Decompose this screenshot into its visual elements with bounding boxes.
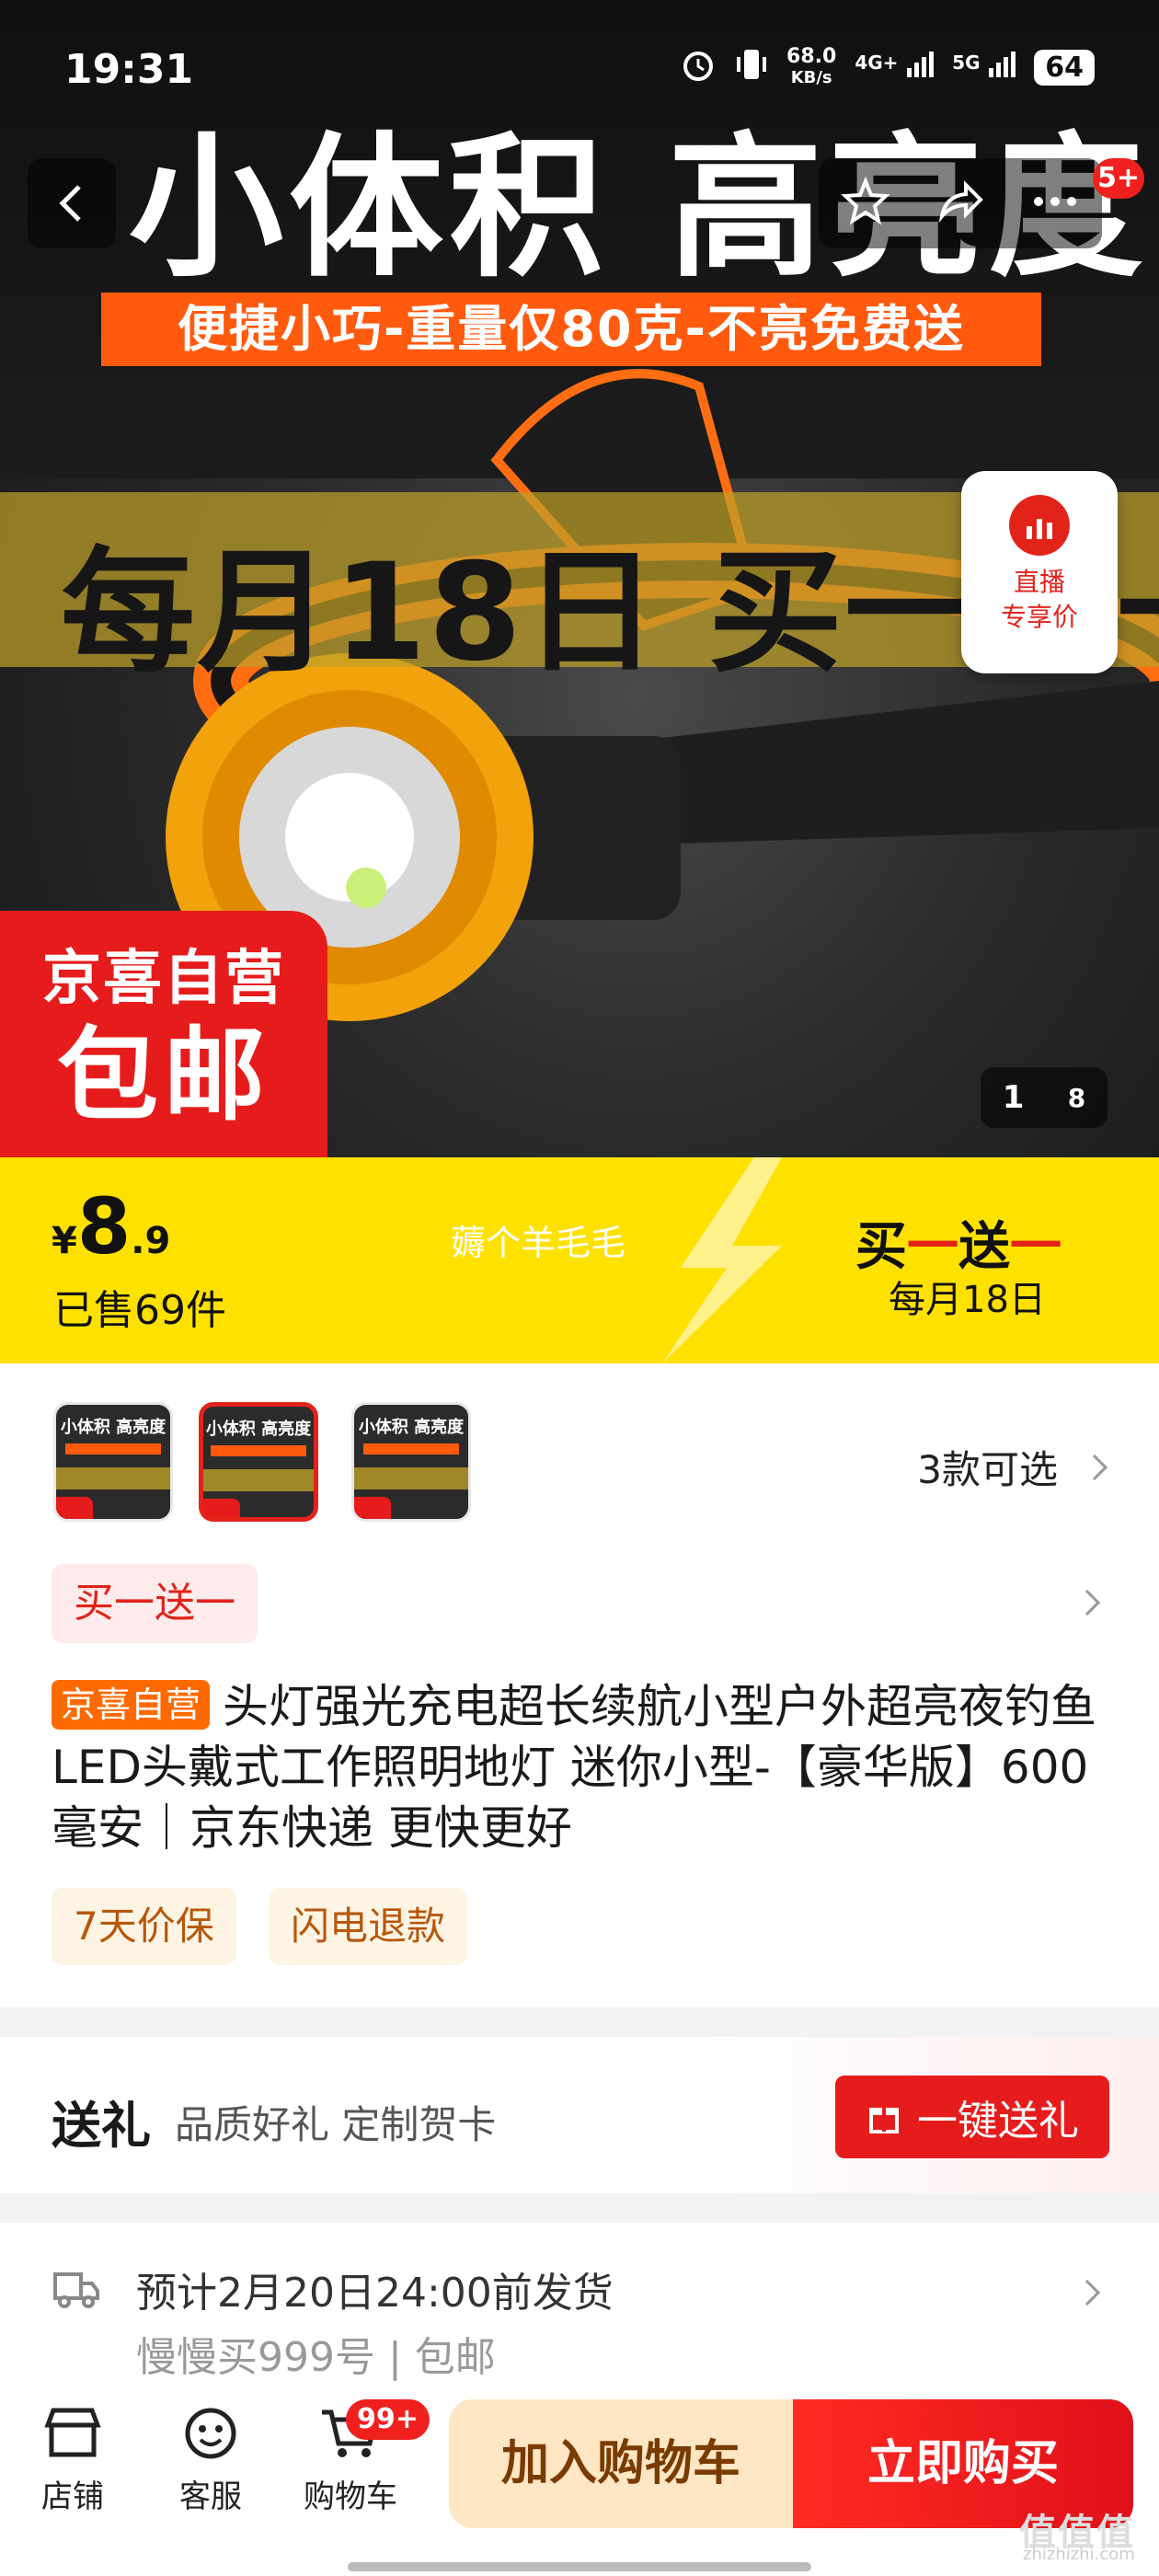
status-bar: 19:31 68.0 KB/s 4G+ 5G 64 [0,0,1159,138]
image-counter: 1 8 [981,1067,1107,1128]
shipping-origin: 慢慢买999号 | 包邮 [136,2334,496,2381]
bottom-action-bar: 店铺 客服 购物车 99+ 加入购物车 立即购买 [0,2383,1159,2576]
gift-row: 送礼 品质好礼 定制贺卡 一键送礼 [0,2037,1159,2193]
chevron-left-icon [59,185,81,222]
send-gift-label: 一键送礼 [917,2098,1079,2145]
star-icon [841,176,891,225]
bogo-get: 送 [958,1217,1010,1277]
variant-thumb-label: 小体积 高亮度 [60,1418,166,1437]
free-shipping-stamp: 京喜自营 包邮 [0,911,327,1157]
bogo-date: 每月18日 [889,1279,1046,1321]
notification-badge: 5+ [1093,158,1144,199]
network-speed: 68.0 KB/s [786,47,836,88]
gift-label: 送礼 [52,2097,151,2155]
shop-icon [44,2408,101,2457]
share-icon [938,180,983,224]
variant-count: 3款可选 [917,1447,1058,1492]
battery-indicator: 64 [1034,50,1095,86]
service-tag-refund[interactable]: 闪电退款 [269,1888,468,1965]
shop-tag: 京喜自营 [52,1680,211,1730]
live-price-card[interactable]: 直播 专享价 [961,471,1118,673]
stamp-free-shipping: 包邮 [57,1017,270,1134]
back-button[interactable] [28,158,116,248]
status-time: 19:31 [64,46,194,93]
variant-thumb-3[interactable]: 小体积 高亮度 [351,1402,471,1522]
smiley-icon [185,2408,236,2459]
live-sublabel: 专享价 [1000,602,1078,632]
cart-label: 购物车 [304,2478,397,2515]
stamp-shop-label: 京喜自营 [42,945,285,1013]
shipping-estimate: 预计2月20日24:00前发货 [136,2270,614,2317]
image-index: 1 [1002,1079,1025,1116]
status-icons: 68.0 KB/s 4G+ 5G 64 [680,46,1095,89]
gift-subtitle: 品质好礼 定制贺卡 [175,2102,497,2147]
bogo-one-b: 一 [1010,1217,1061,1277]
lightning-icon [662,1157,782,1363]
chevron-right-icon [1073,2279,1101,2306]
service-tag-price-protect[interactable]: 7天价保 [52,1888,236,1965]
customer-service-button[interactable]: 客服 [151,2405,270,2516]
product-title: 京喜自营 头灯强光充电超长续航小型户外超亮夜钓鱼LED头戴式工作照明地灯 迷你小型… [52,1676,1119,1858]
variant-thumb-label: 小体积 高亮度 [205,1420,312,1439]
network-speed-unit: KB/s [790,68,832,87]
price: ¥8.9 [52,1181,170,1271]
shop-label: 店铺 [41,2478,104,2515]
price-currency: ¥ [52,1220,77,1262]
bogo-one-a: 一 [907,1217,958,1277]
live-label: 直播 [1013,567,1065,597]
gift-icon [869,2108,899,2133]
bogo-buy: 买 [855,1217,907,1277]
cart-badge: 99+ [346,2399,430,2440]
watermark-url: zhizhizhi.com [1023,2545,1135,2564]
vibrate-icon [735,46,768,89]
favorite-button[interactable] [840,176,891,231]
price-band: ¥8.9 已售69件 薅个羊毛毛 买一送一 每月18日 [0,1157,1159,1363]
variant-thumb-label: 小体积 高亮度 [358,1418,465,1437]
sold-count: 已售69件 [53,1287,226,1334]
chevron-right-icon[interactable] [1073,1589,1101,1616]
signal-4g: 4G+ [855,52,935,84]
product-image-carousel[interactable]: 小体积 高亮度 便捷小巧-重量仅80克-不亮免费送 每月18日 买一送一 19:… [0,0,1159,1157]
image-total: 8 [1067,1082,1086,1113]
more-button[interactable] [1029,176,1081,231]
live-icon [1009,495,1070,556]
top-action-group [819,158,1102,248]
promo-slogan: 薅个羊毛毛 [451,1223,626,1263]
bogo-label: 买一送一 [855,1205,1061,1280]
signal-5g: 5G [952,52,1016,84]
signal-5g-label: 5G [952,52,981,74]
price-decimal: .9 [131,1220,171,1262]
add-to-cart-button[interactable]: 加入购物车 [449,2399,793,2528]
more-icon [1033,197,1076,206]
variant-selector[interactable]: 3款可选 [917,1439,1108,1495]
network-speed-value: 68.0 [786,45,837,68]
shop-button[interactable]: 店铺 [13,2405,132,2516]
variant-thumb-2[interactable]: 小体积 高亮度 [199,1402,318,1522]
product-info-section: 小体积 高亮度 小体积 高亮度 小体积 高亮度 3款可选 买一送一 京喜自营 头灯… [0,1363,1159,2007]
alarm-icon [680,46,717,89]
chevron-right-icon [1081,1454,1108,1480]
promo-tag[interactable]: 买一送一 [52,1564,258,1643]
truck-icon [53,2272,99,2308]
service-label: 客服 [179,2478,242,2515]
share-button[interactable] [935,176,986,231]
home-indicator[interactable] [348,2562,811,2571]
price-integer: 8 [76,1181,132,1271]
variant-thumb-1[interactable]: 小体积 高亮度 [53,1402,173,1522]
signal-4g-label: 4G+ [855,52,899,74]
send-gift-button[interactable]: 一键送礼 [835,2076,1109,2158]
